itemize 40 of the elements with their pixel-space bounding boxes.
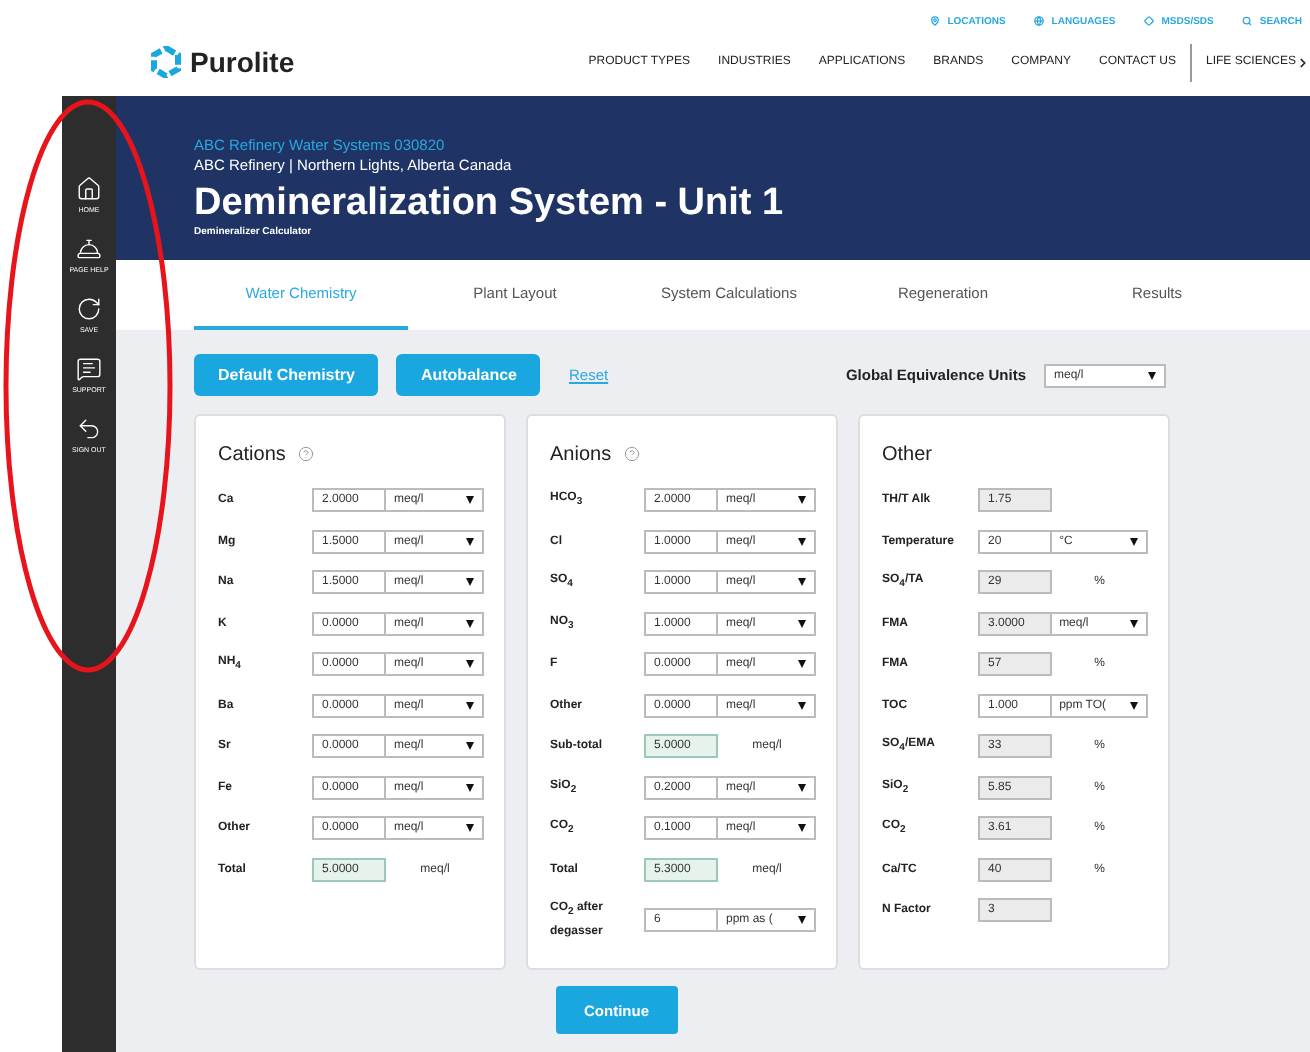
panel-title: Other — [882, 443, 933, 465]
caret-icon — [466, 496, 474, 505]
logo-icon — [150, 46, 182, 78]
caret-icon — [466, 619, 474, 628]
help-icon[interactable] — [297, 446, 314, 462]
caret-icon — [798, 496, 806, 505]
caret-icon — [1130, 619, 1138, 628]
globe-icon — [1033, 16, 1044, 26]
caret-icon — [798, 537, 806, 546]
logo-text: Purolite — [190, 46, 295, 78]
caret-icon — [798, 660, 806, 669]
caret-icon — [798, 783, 806, 792]
search-icon — [1241, 16, 1252, 26]
caret-icon — [466, 701, 474, 710]
map-pin-icon — [929, 16, 940, 26]
caret-icon — [798, 701, 806, 710]
caret-icon — [1148, 371, 1156, 379]
caret-icon — [798, 824, 806, 833]
panel-title: Cations — [218, 443, 286, 465]
caret-icon — [466, 660, 474, 669]
caret-icon — [1130, 701, 1138, 710]
caret-icon — [1130, 537, 1138, 546]
panel-title: Anions — [550, 443, 612, 465]
back-arrow-icon — [75, 416, 102, 442]
diamond-icon — [1143, 16, 1154, 26]
chat-icon — [75, 356, 102, 382]
refresh-icon — [76, 296, 102, 322]
caret-icon — [798, 619, 806, 628]
caret-icon — [798, 578, 806, 587]
caret-icon — [798, 916, 806, 924]
page-title: Demineralization System - Unit 1 — [194, 182, 786, 226]
home-icon — [76, 176, 102, 202]
caret-icon — [466, 537, 474, 546]
chevron-icon — [1296, 55, 1310, 69]
bell-icon — [76, 236, 102, 262]
help-icon[interactable] — [623, 446, 640, 462]
caret-icon — [466, 783, 474, 792]
caret-icon — [466, 824, 474, 833]
caret-icon — [466, 578, 474, 587]
caret-icon — [466, 742, 474, 751]
